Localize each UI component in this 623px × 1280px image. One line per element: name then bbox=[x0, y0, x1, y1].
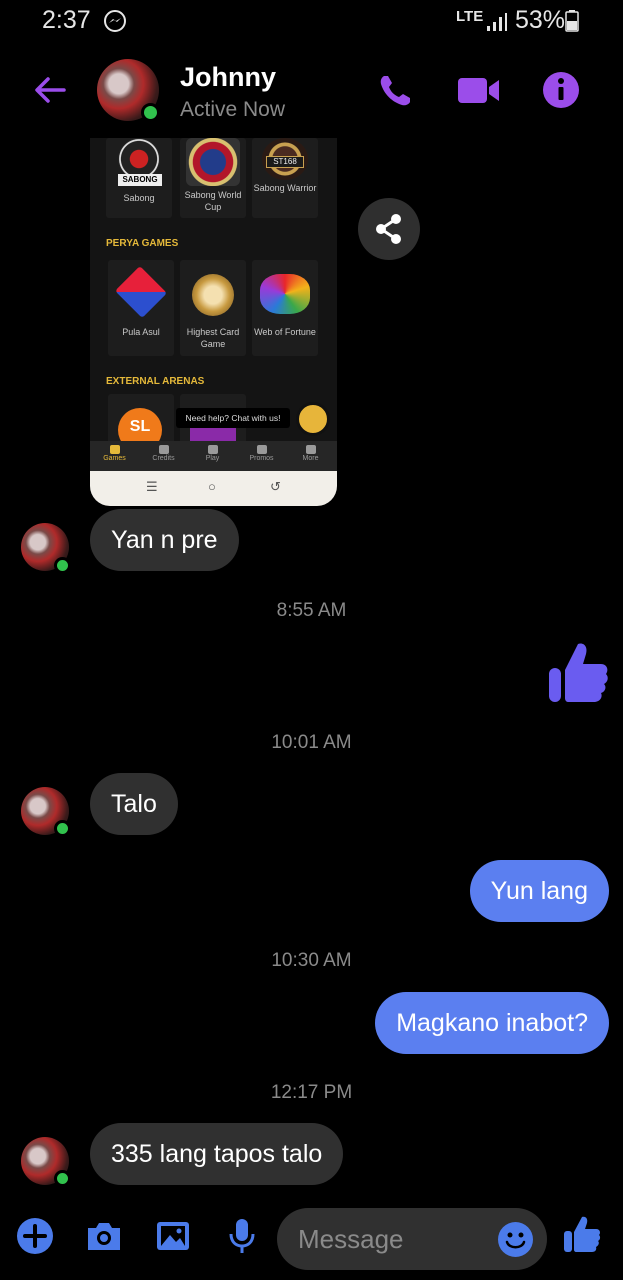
share-button[interactable] bbox=[358, 198, 420, 260]
battery-percent: 53% bbox=[515, 6, 566, 34]
online-indicator bbox=[54, 557, 71, 574]
help-chat-icon bbox=[296, 402, 330, 436]
tile-label: Pula Asul bbox=[122, 327, 160, 337]
status-time: 2:37 bbox=[42, 6, 91, 34]
tile-label: Sabong bbox=[123, 193, 155, 203]
outgoing-message[interactable]: Yun lang bbox=[469, 860, 609, 922]
status-bar: 2:37 LTE 53% bbox=[0, 0, 623, 44]
back-arrow-icon[interactable] bbox=[30, 70, 70, 110]
sabong-logo-text: SABONG bbox=[118, 174, 162, 186]
online-indicator bbox=[141, 103, 160, 122]
web-of-fortune-logo bbox=[260, 274, 310, 314]
back-icon: ↺ bbox=[270, 479, 281, 494]
signal-icon bbox=[487, 13, 507, 31]
message-field[interactable] bbox=[277, 1208, 547, 1270]
game-tile: ST168 Sabong Warrior bbox=[252, 138, 318, 218]
game-tile: Highest Card Game bbox=[180, 260, 246, 356]
section-heading: EXTERNAL ARENAS bbox=[106, 376, 205, 387]
incoming-message[interactable]: 335 lang tapos talo bbox=[90, 1123, 344, 1185]
arena-logo-text: SL bbox=[129, 418, 151, 435]
incoming-message[interactable]: Talo bbox=[90, 773, 178, 835]
warrior-logo-text: ST168 bbox=[266, 156, 304, 168]
video-call-icon[interactable] bbox=[457, 68, 501, 112]
timestamp: 12:17 PM bbox=[270, 1082, 353, 1103]
app-tab: More bbox=[286, 441, 335, 471]
tile-label: Sabong World Cup bbox=[184, 190, 242, 212]
battery-icon bbox=[565, 10, 579, 32]
timestamp: 10:30 AM bbox=[271, 950, 352, 971]
tile-label: Web of Fortune bbox=[254, 327, 316, 337]
emoji-icon[interactable] bbox=[498, 1222, 533, 1257]
highest-card-logo bbox=[192, 274, 234, 316]
camera-icon[interactable] bbox=[84, 1216, 124, 1256]
message-input[interactable] bbox=[298, 1222, 498, 1256]
tile-label: Highest Card Game bbox=[186, 327, 240, 349]
game-tile: Pula Asul bbox=[108, 260, 174, 356]
timestamp: 10:01 AM bbox=[271, 732, 352, 753]
app-tab: Credits bbox=[139, 441, 188, 471]
game-tile: SABONG Sabong bbox=[106, 138, 172, 218]
share-icon bbox=[376, 214, 401, 244]
online-indicator bbox=[54, 820, 71, 837]
presence-status: Active Now bbox=[180, 98, 286, 121]
app-tab-bar: Games Credits Play Promos More bbox=[90, 441, 337, 471]
timestamp: 8:55 AM bbox=[276, 600, 347, 621]
network-type: LTE bbox=[456, 8, 484, 25]
like-button-icon[interactable] bbox=[562, 1214, 602, 1254]
pula-asul-logo bbox=[114, 265, 168, 319]
world-cup-logo bbox=[186, 138, 240, 186]
messenger-notification-icon bbox=[104, 10, 126, 32]
tile-label: Sabong Warrior bbox=[253, 183, 317, 193]
microphone-icon[interactable] bbox=[222, 1216, 262, 1256]
recents-icon: ☰ bbox=[146, 479, 158, 494]
info-icon[interactable] bbox=[541, 68, 581, 112]
section-heading: PERYA GAMES bbox=[106, 238, 179, 249]
thumbs-up-sticker[interactable] bbox=[546, 640, 610, 704]
android-nav-bar: ☰ ○ ↺ bbox=[90, 471, 337, 506]
app-tab: Play bbox=[188, 441, 237, 471]
incoming-message[interactable]: Yan n pre bbox=[90, 509, 239, 571]
gallery-icon[interactable] bbox=[153, 1216, 193, 1256]
game-tile: Web of Fortune bbox=[252, 260, 318, 356]
game-tile: SL bbox=[108, 394, 174, 452]
online-indicator bbox=[54, 1170, 71, 1187]
game-tile: Sabong World Cup bbox=[180, 138, 246, 218]
contact-name[interactable]: Johnny bbox=[180, 62, 276, 93]
app-tab: Promos bbox=[237, 441, 286, 471]
phone-call-icon[interactable] bbox=[375, 68, 415, 112]
outgoing-message[interactable]: Magkano inabot? bbox=[375, 992, 609, 1054]
add-icon[interactable] bbox=[15, 1216, 55, 1256]
app-tab: Games bbox=[90, 441, 139, 471]
home-icon: ○ bbox=[208, 479, 216, 494]
help-chat-bubble: Need help? Chat with us! bbox=[176, 408, 290, 428]
shared-image[interactable]: SABONG Sabong Sabong World Cup ST168 Sab… bbox=[90, 138, 337, 506]
